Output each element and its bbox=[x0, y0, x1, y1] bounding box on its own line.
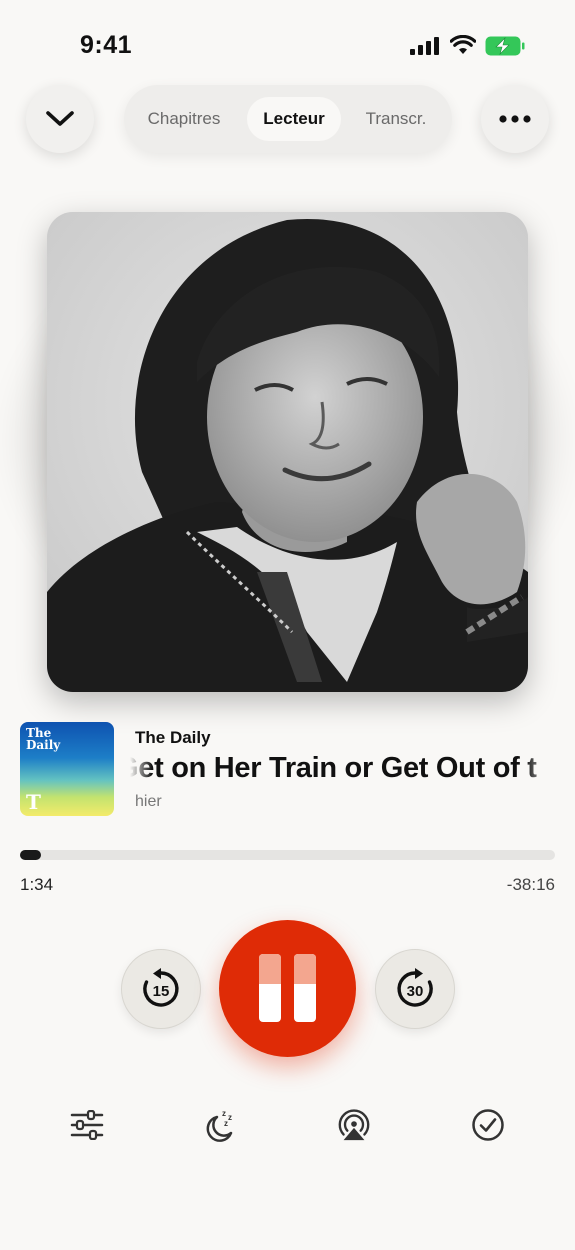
sleep-timer-icon: z z z bbox=[206, 1109, 233, 1142]
playback-settings-button[interactable] bbox=[69, 1107, 105, 1143]
checkmark-circle-icon bbox=[472, 1109, 504, 1141]
ellipsis-icon bbox=[499, 115, 531, 123]
skip-back-button[interactable]: 15 bbox=[121, 949, 201, 1029]
airplay-icon bbox=[338, 1109, 370, 1141]
equalizer-sliders-icon bbox=[70, 1110, 104, 1140]
portrait-photo bbox=[47, 212, 528, 692]
airplay-button[interactable] bbox=[336, 1107, 372, 1143]
podcast-thumbnail[interactable]: The Daily T bbox=[20, 722, 114, 816]
playback-progress-fill bbox=[20, 850, 42, 860]
remaining-time: -38:16 bbox=[506, 875, 555, 894]
thumbnail-title: The Daily bbox=[26, 726, 61, 752]
play-pause-button[interactable] bbox=[219, 920, 356, 1057]
status-time: 9:41 bbox=[80, 31, 133, 59]
episode-artwork bbox=[47, 212, 528, 692]
battery-charging-icon bbox=[485, 36, 525, 56]
svg-text:z: z bbox=[222, 1109, 226, 1118]
tab-chapitres[interactable]: Chapitres bbox=[136, 97, 232, 141]
cellular-signal-icon bbox=[410, 37, 439, 55]
episode-title: Get on Her Train or Get Out of t bbox=[130, 752, 537, 784]
mark-as-played-button[interactable] bbox=[470, 1107, 506, 1143]
svg-text:z: z bbox=[224, 1119, 228, 1128]
tab-transcription[interactable]: Transcr. bbox=[352, 97, 440, 141]
skip-back-15-icon: 15 bbox=[143, 968, 179, 1007]
playback-scrubber[interactable] bbox=[20, 850, 555, 860]
skip-back-value: 15 bbox=[153, 983, 170, 1000]
collapse-player-button[interactable] bbox=[26, 85, 94, 153]
tab-lecteur[interactable]: Lecteur bbox=[247, 97, 341, 141]
chevron-down-icon bbox=[46, 111, 74, 126]
status-bar: 9:41 bbox=[0, 0, 575, 90]
nyt-logo-icon: T bbox=[26, 790, 41, 814]
svg-text:z: z bbox=[228, 1113, 232, 1122]
elapsed-time: 1:34 bbox=[20, 875, 54, 894]
episode-title-marquee: Get on Her Train or Get Out of t bbox=[130, 752, 555, 792]
more-options-button[interactable] bbox=[481, 85, 549, 153]
skip-forward-value: 30 bbox=[407, 983, 424, 1000]
show-title[interactable]: The Daily bbox=[135, 728, 211, 748]
sleep-timer-button[interactable]: z z z bbox=[203, 1107, 239, 1143]
wifi-icon bbox=[450, 35, 476, 54]
view-segmented-control: Chapitres Lecteur Transcr. bbox=[124, 85, 452, 153]
skip-forward-30-icon: 30 bbox=[397, 968, 433, 1007]
episode-date: hier bbox=[135, 793, 162, 810]
skip-forward-button[interactable]: 30 bbox=[375, 949, 455, 1029]
